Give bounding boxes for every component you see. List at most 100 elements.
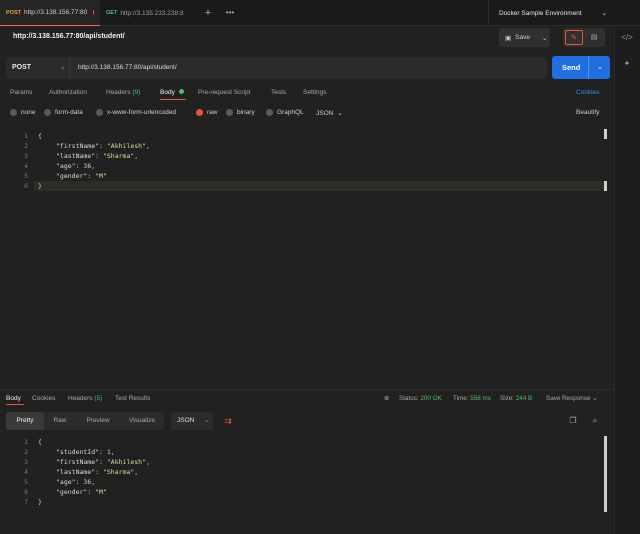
response-tab-headers[interactable]: Headers (5) xyxy=(68,395,102,402)
view-raw-button[interactable]: Raw xyxy=(44,412,76,430)
method-select[interactable]: POST xyxy=(12,57,31,79)
current-line-highlight xyxy=(34,181,606,191)
json-sep: : xyxy=(99,458,107,466)
radio-raw[interactable]: raw xyxy=(196,109,217,116)
radio-form-data[interactable]: form-data xyxy=(44,109,83,116)
tab-authorization[interactable]: Authorization xyxy=(49,89,87,96)
json-key: "firstName" xyxy=(56,458,100,466)
request-title: http://3.138.156.77:80/api/student/ xyxy=(13,33,125,40)
tab-method: GET xyxy=(106,10,118,16)
tab-tests[interactable]: Tests xyxy=(271,89,286,96)
json-key: "gender" xyxy=(56,488,88,496)
code-line: "lastName": "Sharma", xyxy=(56,467,138,477)
json-sep: : xyxy=(95,468,103,476)
comment-icon[interactable]: ▤ xyxy=(586,30,602,45)
response-tab-test-results[interactable]: Test Results xyxy=(115,395,150,402)
radio-circle-icon xyxy=(96,109,103,116)
json-comma: , xyxy=(146,142,150,150)
json-key: "gender" xyxy=(56,172,88,180)
chevron-down-icon: ⌄ xyxy=(541,34,548,42)
line-number: 5 xyxy=(24,172,28,180)
code-line[interactable]: "gender": "M" xyxy=(56,171,107,181)
line-number: 3 xyxy=(24,152,28,160)
code-line[interactable]: } xyxy=(38,181,42,191)
line-number: 4 xyxy=(24,162,28,170)
json-value: "M" xyxy=(95,488,107,496)
tab-label: http://3.135.233.238:8 xyxy=(120,9,184,17)
bulb-icon[interactable]: ✦ xyxy=(614,55,640,73)
add-tab-plus-icon[interactable]: + xyxy=(200,5,216,21)
code-line[interactable]: "firstName": "Akhilesh", xyxy=(56,141,150,151)
code-line: } xyxy=(38,497,42,507)
chevron-down-icon: ⌄ xyxy=(204,417,210,424)
tab-body[interactable]: Body xyxy=(160,89,184,96)
chevron-down-icon[interactable]: ⌄ xyxy=(590,56,610,79)
radio-label: none xyxy=(21,109,36,116)
brace: { xyxy=(38,438,42,446)
radio-none[interactable]: none xyxy=(10,109,35,116)
send-label[interactable]: Send xyxy=(562,56,580,79)
globe-icon[interactable]: ⊕ xyxy=(384,395,389,402)
body-format-select[interactable]: JSON ⌄ xyxy=(316,109,343,118)
response-format-select[interactable]: JSON ⌄ xyxy=(171,412,213,430)
request-tab-post[interactable]: POST http://3.138.156.77:80 xyxy=(0,0,100,26)
tab-pre-request-script[interactable]: Pre-request Script xyxy=(198,89,250,96)
tab-headers-count: (9) xyxy=(132,89,141,96)
radio-urlencoded[interactable]: x-www-form-urlencoded xyxy=(96,109,176,116)
chevron-down-icon: ⌄ xyxy=(601,10,607,17)
line-number: 7 xyxy=(24,498,28,506)
radio-circle-icon xyxy=(226,109,233,116)
search-icon[interactable]: ⌕ xyxy=(588,414,602,428)
request-tab-get[interactable]: GET http://3.135.233.238:8 xyxy=(100,0,196,26)
cookies-link[interactable]: Cookies xyxy=(576,89,599,96)
wrap-lines-icon[interactable]: ⇉ xyxy=(219,412,237,430)
more-options-icon[interactable]: ••• xyxy=(222,5,238,21)
code-line[interactable]: "age": 36, xyxy=(56,161,95,171)
environment-selector[interactable]: Docker Sample Environment ⌄ xyxy=(488,0,614,26)
view-preview-button[interactable]: Preview xyxy=(76,412,120,430)
scrollbar[interactable] xyxy=(604,129,607,139)
radio-label: binary xyxy=(237,109,255,116)
tab-headers[interactable]: Headers (9) xyxy=(106,89,140,96)
tab-headers-label: Headers xyxy=(106,89,131,96)
radio-binary[interactable]: binary xyxy=(226,109,255,116)
code-line: "studentId": 1, xyxy=(56,447,115,457)
json-comma: , xyxy=(134,468,139,476)
copy-icon[interactable]: ❐ xyxy=(566,414,580,428)
response-tab-cookies[interactable]: Cookies xyxy=(32,395,55,402)
json-sep: : xyxy=(95,152,103,160)
view-visualize-button[interactable]: Visualize xyxy=(120,412,164,430)
code-line: "firstName": "Akhilesh", xyxy=(56,457,150,467)
line-number: 5 xyxy=(24,478,28,486)
tab-method: POST xyxy=(6,9,21,16)
size-field: Size: 244 B xyxy=(500,395,532,402)
radio-label: raw xyxy=(207,109,218,116)
tab-settings[interactable]: Settings xyxy=(303,89,327,96)
code-line: "gender": "M" xyxy=(56,487,107,497)
code-icon[interactable]: </> xyxy=(614,29,640,47)
scrollbar[interactable] xyxy=(604,436,607,512)
brace: { xyxy=(38,132,42,140)
radio-label: x-www-form-urlencoded xyxy=(107,109,176,116)
edit-pencil-icon[interactable]: ✎ xyxy=(565,30,583,45)
save-button[interactable]: ▣ Save ⌄ xyxy=(499,28,550,47)
radio-circle-icon xyxy=(10,109,17,116)
response-headers-count: (5) xyxy=(94,395,103,402)
beautify-link[interactable]: Beautify xyxy=(576,109,600,116)
time-label: Time: xyxy=(453,395,469,402)
code-line[interactable]: { xyxy=(38,131,42,141)
radio-graphql[interactable]: GraphQL xyxy=(266,109,304,116)
tab-params[interactable]: Params xyxy=(10,89,32,96)
json-comma: , xyxy=(91,162,96,170)
code-line[interactable]: "lastName": "Sharma", xyxy=(56,151,138,161)
json-comma: , xyxy=(134,152,139,160)
json-value: "Sharma" xyxy=(102,152,135,160)
chevron-down-icon[interactable]: ⌄ xyxy=(60,57,66,79)
save-response-button[interactable]: Save Response ⌄ xyxy=(546,395,598,402)
line-number: 6 xyxy=(24,182,28,190)
size-value: 244 B xyxy=(515,395,533,402)
response-tab-body[interactable]: Body xyxy=(6,395,21,402)
url-input[interactable]: http://3.138.156.77:80/api/student/ xyxy=(78,57,177,79)
time-value: 558 ms xyxy=(470,395,491,402)
view-pretty-button[interactable]: Pretty xyxy=(6,412,44,430)
